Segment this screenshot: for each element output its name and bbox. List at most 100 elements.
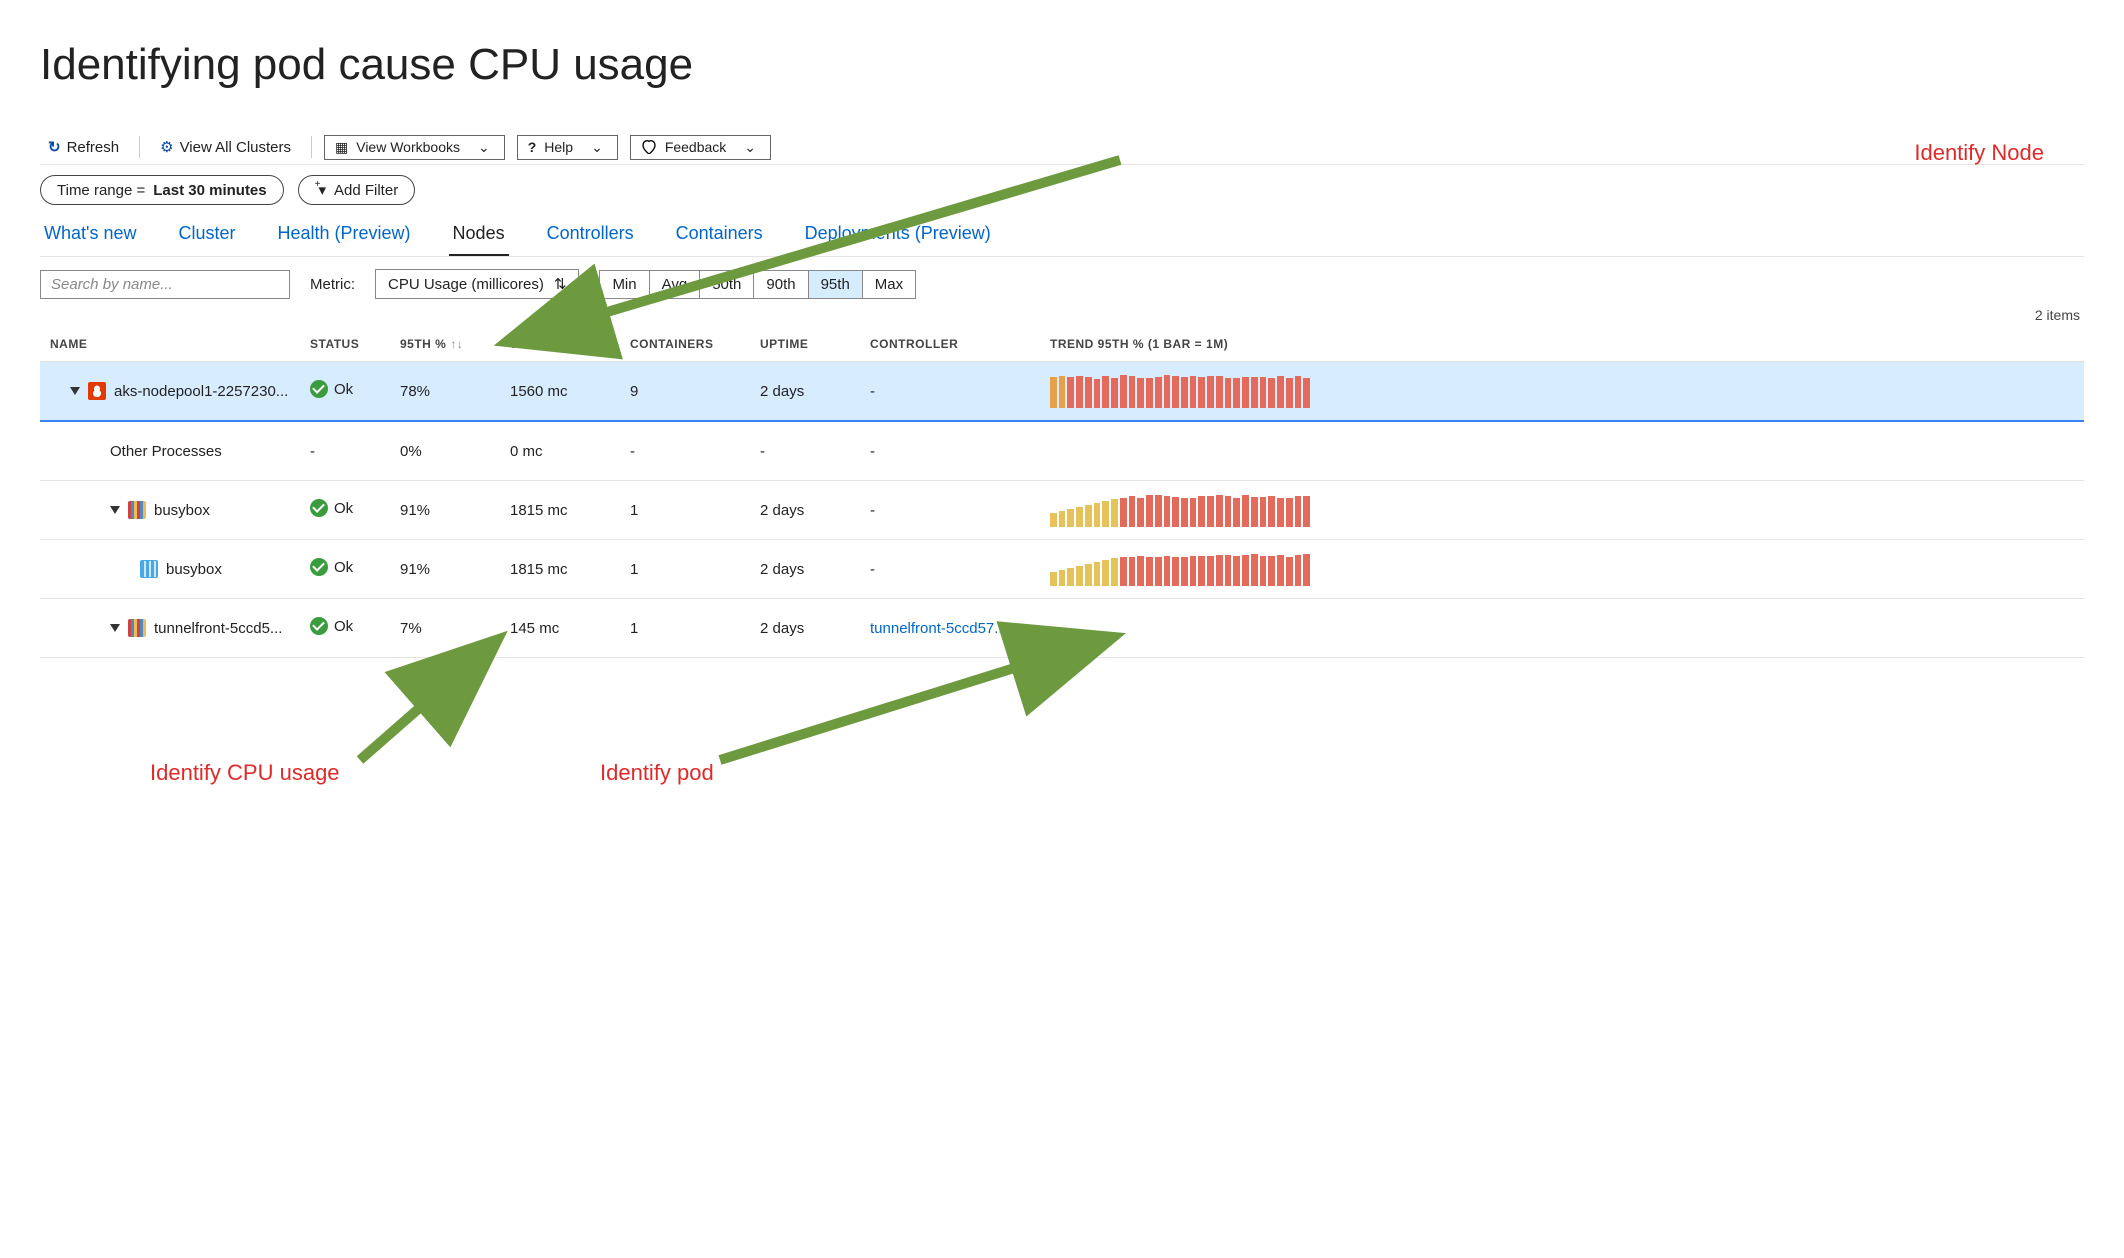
- search-placeholder: Search by name...: [51, 276, 173, 293]
- col-controller[interactable]: CONTROLLER: [860, 327, 1040, 362]
- col-status[interactable]: STATUS: [300, 327, 390, 362]
- table-row[interactable]: tunnelfront-5ccd5...Ok7%145 mc12 daystun…: [40, 599, 2084, 658]
- toolbar: ↻ Refresh ⚙ View All Clusters ▦ View Wor…: [40, 130, 2084, 165]
- tab-containers[interactable]: Containers: [672, 217, 767, 256]
- seg-90th[interactable]: 90th: [754, 271, 808, 298]
- row-controller: -: [860, 481, 1040, 540]
- check-circle-icon: [310, 558, 328, 576]
- chevron-down-icon: ⌄: [478, 139, 490, 156]
- expand-caret-icon[interactable]: [110, 506, 120, 514]
- tab-nodes[interactable]: Nodes: [449, 217, 509, 256]
- row-status: Ok: [300, 362, 390, 422]
- table-row[interactable]: aks-nodepool1-2257230...Ok78%1560 mc92 d…: [40, 362, 2084, 422]
- tab-health-preview-[interactable]: Health (Preview): [274, 217, 415, 256]
- tab-controllers[interactable]: Controllers: [543, 217, 638, 256]
- nodes-table: NAME STATUS 95TH % ↑↓ 95TH CONTAINERS UPT…: [40, 327, 2084, 658]
- sort-arrows-icon: ↑↓: [450, 337, 463, 351]
- row-name: aks-nodepool1-2257230...: [114, 383, 288, 400]
- refresh-icon: ↻: [48, 138, 61, 156]
- seg-max[interactable]: Max: [863, 271, 915, 298]
- table-row[interactable]: busybox Ok91%1815 mc12 days-: [40, 481, 2084, 540]
- row-95th-pct: 91%: [390, 481, 500, 540]
- table-row[interactable]: busyboxOk91%1815 mc12 days-: [40, 540, 2084, 599]
- row-name: busybox: [154, 502, 210, 519]
- row-trend: [1040, 421, 2084, 481]
- view-workbooks-label: View Workbooks: [356, 139, 460, 155]
- time-range-label: Time range =: [57, 182, 145, 199]
- row-controller: -: [860, 362, 1040, 422]
- table-row[interactable]: Other Processes-0%0 mc---: [40, 421, 2084, 481]
- row-controller[interactable]: tunnelfront-5ccd57...: [860, 599, 1040, 658]
- page-root: Identifying pod cause CPU usage ↻ Refres…: [40, 40, 2084, 658]
- trend-bars: [1050, 493, 1310, 527]
- row-containers: 9: [620, 362, 750, 422]
- filters-row: Search by name... Metric: CPU Usage (mil…: [40, 269, 2084, 299]
- check-circle-icon: [310, 617, 328, 635]
- annotation-identify-pod: Identify pod: [600, 760, 714, 786]
- row-containers: 1: [620, 599, 750, 658]
- row-uptime: 2 days: [750, 481, 860, 540]
- row-95th-pct: 78%: [390, 362, 500, 422]
- refresh-button[interactable]: ↻ Refresh: [40, 134, 127, 160]
- row-95th: 145 mc: [500, 599, 620, 658]
- row-95th: 1560 mc: [500, 362, 620, 422]
- items-count: 2 items: [40, 307, 2080, 323]
- trend-bars: [1050, 552, 1310, 586]
- linux-icon: [88, 382, 106, 400]
- metric-select[interactable]: CPU Usage (millicores) ⇅: [375, 269, 579, 299]
- expand-caret-icon[interactable]: [70, 387, 80, 395]
- tab-deployments-preview-[interactable]: Deployments (Preview): [801, 217, 995, 256]
- col-containers[interactable]: CONTAINERS: [620, 327, 750, 362]
- time-range-pill[interactable]: Time range = Last 30 minutes: [40, 175, 284, 205]
- row-name: busybox: [166, 561, 222, 578]
- col-95th[interactable]: 95TH: [500, 327, 620, 362]
- search-input[interactable]: Search by name...: [40, 270, 290, 299]
- aggregation-segment: MinAvg50th90th95thMax: [599, 270, 916, 299]
- col-95th-pct-label: 95TH %: [400, 337, 446, 351]
- add-filter-label: Add Filter: [334, 182, 398, 199]
- tab-cluster[interactable]: Cluster: [174, 217, 239, 256]
- trend-bars: [1050, 374, 1310, 408]
- check-circle-icon: [310, 380, 328, 398]
- workbook-icon: ▦: [335, 139, 348, 156]
- row-95th: 0 mc: [500, 421, 620, 481]
- row-95th-pct: 0%: [390, 421, 500, 481]
- pod-icon: [128, 619, 146, 637]
- row-trend: [1040, 540, 2084, 599]
- seg-95th[interactable]: 95th: [809, 271, 863, 298]
- row-name: Other Processes: [110, 443, 222, 460]
- row-status: Ok: [300, 481, 390, 540]
- filter-pills: Time range = Last 30 minutes + ▾ Add Fil…: [40, 175, 2084, 205]
- sort-icon: ⇅: [554, 275, 567, 293]
- row-uptime: -: [750, 421, 860, 481]
- seg-min[interactable]: Min: [600, 271, 649, 298]
- row-controller: -: [860, 421, 1040, 481]
- row-trend: [1040, 599, 2084, 658]
- col-95th-pct[interactable]: 95TH % ↑↓: [390, 327, 500, 362]
- seg-avg[interactable]: Avg: [650, 271, 701, 298]
- tab-what-s-new[interactable]: What's new: [40, 217, 140, 256]
- help-label: Help: [544, 139, 573, 155]
- row-controller: -: [860, 540, 1040, 599]
- row-uptime: 2 days: [750, 599, 860, 658]
- col-uptime[interactable]: UPTIME: [750, 327, 860, 362]
- help-button[interactable]: ? Help ⌄: [517, 135, 618, 160]
- view-workbooks-button[interactable]: ▦ View Workbooks ⌄: [324, 135, 505, 160]
- view-all-clusters-button[interactable]: ⚙ View All Clusters: [152, 134, 299, 160]
- row-95th: 1815 mc: [500, 481, 620, 540]
- seg-50th[interactable]: 50th: [700, 271, 754, 298]
- view-all-clusters-label: View All Clusters: [180, 139, 291, 156]
- feedback-button[interactable]: Feedback ⌄: [630, 135, 771, 160]
- tabs: What's new Cluster Health (Preview) Nodes Co…: [40, 217, 2084, 257]
- expand-caret-icon[interactable]: [110, 624, 120, 632]
- col-trend[interactable]: TREND 95TH % (1 BAR = 1M): [1040, 327, 2084, 362]
- row-containers: 1: [620, 481, 750, 540]
- row-status: Ok: [300, 599, 390, 658]
- metric-value: CPU Usage (millicores): [388, 276, 544, 293]
- pod-icon: [128, 501, 146, 519]
- add-filter-pill[interactable]: + ▾ Add Filter: [298, 175, 416, 205]
- row-containers: -: [620, 421, 750, 481]
- check-circle-icon: [310, 499, 328, 517]
- refresh-label: Refresh: [67, 139, 120, 156]
- col-name[interactable]: NAME: [40, 327, 300, 362]
